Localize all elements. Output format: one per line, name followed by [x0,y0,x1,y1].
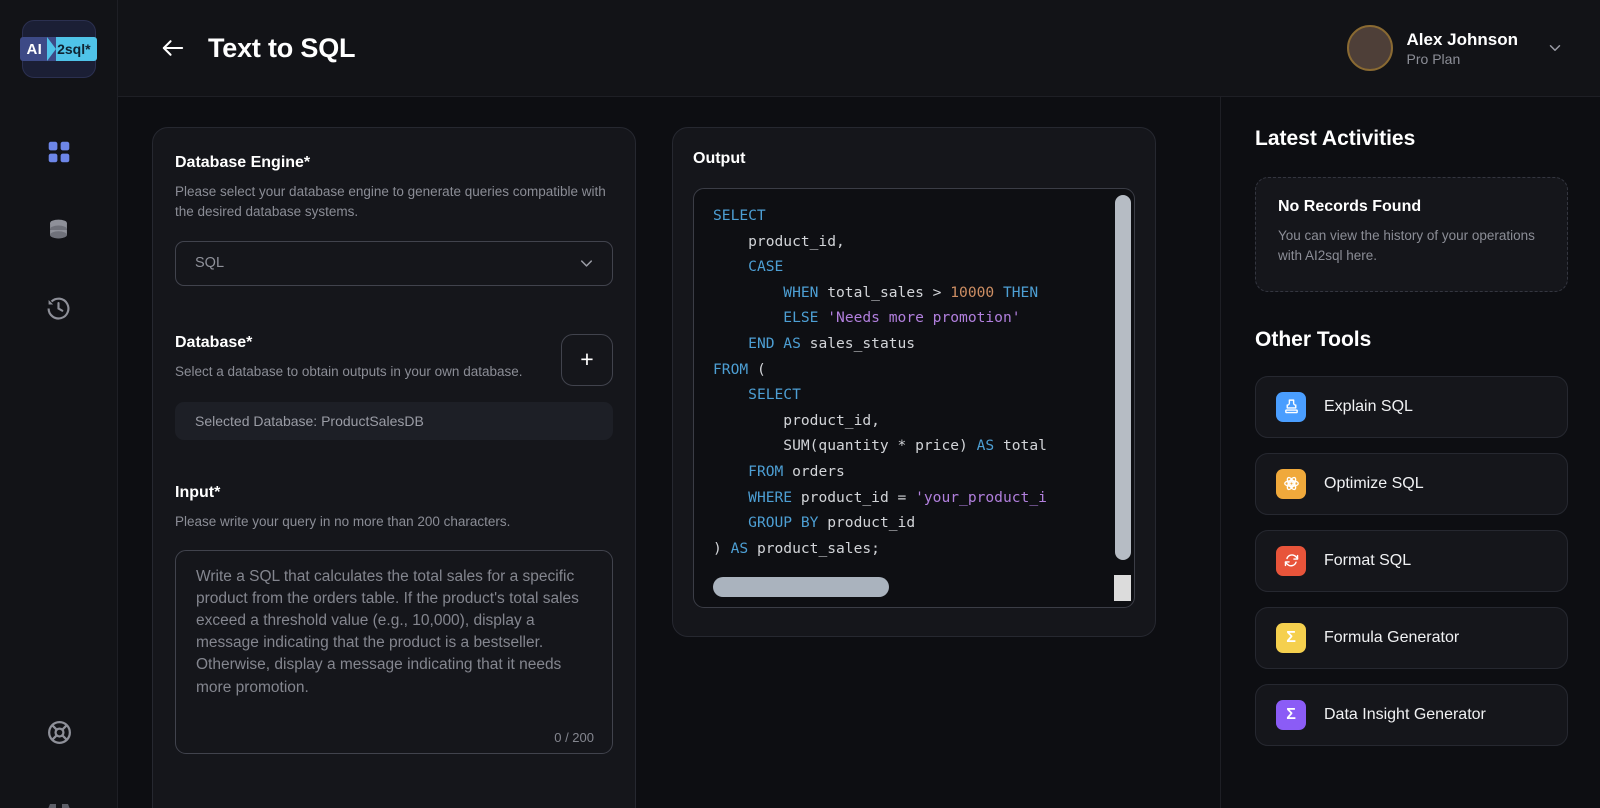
lifebuoy-icon [47,720,71,744]
app-root: AI 2sql* Text to SQL Alex Johnson Pro Pl… [0,0,1600,808]
logo-ai-text: AI [20,37,48,61]
tool-item[interactable]: Optimize SQL [1255,452,1568,515]
engine-help: Please select your database engine to ge… [175,184,606,220]
top-bar: Text to SQL Alex Johnson Pro Plan [118,0,1600,97]
sigma-icon: Σ [1276,699,1306,730]
activities-title: Latest Activities [1255,127,1416,150]
rail-bottom [0,714,118,808]
tool-item[interactable]: Format SQL [1255,529,1568,592]
tools-title: Other Tools [1255,327,1372,351]
tool-label: Format SQL [1324,551,1412,569]
user-meta: Alex Johnson Pro Plan [1407,30,1518,67]
back-button[interactable] [152,28,192,68]
database-icon [50,219,67,238]
user-name: Alex Johnson [1406,29,1518,49]
tool-item[interactable]: Explain SQL [1255,375,1568,438]
query-input-placeholder: Write a SQL that calculates the total sa… [196,567,579,696]
engine-select[interactable]: SQL [175,240,613,286]
query-input[interactable]: Write a SQL that calculates the total sa… [175,549,613,754]
app-logo[interactable]: AI 2sql* [20,20,97,78]
tool-label: Optimize SQL [1324,474,1424,492]
engine-label: Database Engine* [175,154,311,171]
vertical-scrollbar[interactable] [1115,195,1131,567]
tool-label: Data Insight Generator [1324,705,1486,723]
no-records-title: No Records Found [1278,198,1422,215]
chevron-down-icon [1549,45,1561,51]
engine-select-value: SQL [195,255,225,271]
user-plan: Pro Plan [1406,50,1461,67]
database-help: Select a database to obtain outputs in y… [175,363,523,379]
output-label: Output [693,150,746,167]
right-sidebar: Latest Activities No Records Found You c… [1220,97,1600,808]
selected-database-pill[interactable]: Selected Database: ProductSalesDB [175,401,613,440]
horizontal-scrollbar[interactable] [713,577,1104,597]
vertical-scrollbar-thumb[interactable] [1115,195,1131,560]
input-section: Input* Please write your query in no mor… [175,484,613,754]
sigma-icon: Σ [1276,622,1306,653]
avatar [1346,25,1393,71]
tool-item[interactable]: Σ Formula Generator [1255,606,1568,669]
workspace: Database Engine* Please select your data… [118,97,1220,808]
atom-icon [1276,468,1306,499]
sidebar-item-dashboard[interactable] [41,134,77,170]
no-records-card: No Records Found You can view the histor… [1255,177,1568,292]
collapse-button[interactable] [36,790,82,808]
user-menu[interactable]: Alex Johnson Pro Plan [1346,25,1564,71]
grid-icon [48,141,69,163]
rail-nav [41,134,77,326]
input-help: Please write your query in no more than … [175,513,511,529]
history-clock-icon [47,297,70,320]
sql-code-text: SELECT product_id, CASE WHEN total_sales… [713,207,1047,557]
back-arrow-icon [162,40,183,56]
database-row: Database* Select a database to obtain ou… [175,333,613,386]
collapse-icon [48,804,70,808]
database-label: Database* [175,333,253,351]
help-button[interactable] [41,714,77,750]
refresh-icon [1276,545,1306,576]
add-database-button[interactable]: + [561,333,613,386]
page-title: Text to SQL [208,32,356,63]
scrollbar-corner [1114,575,1131,601]
tools-list: Explain SQL Optimize SQL Format SQL Σ Formul… [1255,375,1568,746]
no-records-text: You can view the history of your operati… [1278,228,1535,264]
output-panel: Output SELECT product_id, CASE WHEN tota… [672,127,1156,637]
body-area: Database Engine* Please select your data… [118,97,1600,808]
stamp-icon [1276,391,1306,422]
logo-chevron [47,37,57,61]
tool-item[interactable]: Σ Data Insight Generator [1255,683,1568,746]
tool-label: Explain SQL [1324,397,1413,415]
tool-label: Formula Generator [1324,628,1460,646]
input-label: Input* [175,483,221,501]
chevron-down-icon [580,259,593,267]
left-rail: AI 2sql* [0,0,118,808]
horizontal-scrollbar-thumb[interactable] [713,577,889,597]
logo-sql-text: 2sql* [56,37,97,61]
user-caret[interactable] [1546,39,1564,57]
main-column: Text to SQL Alex Johnson Pro Plan Databa… [118,0,1600,808]
logo-inner: AI 2sql* [20,37,97,61]
database-texts: Database* Select a database to obtain ou… [175,334,561,382]
form-panel: Database Engine* Please select your data… [152,127,636,808]
sidebar-item-databases[interactable] [41,212,77,248]
char-counter: 0 / 200 [554,729,594,745]
sidebar-item-history[interactable] [41,290,77,326]
sql-output-code[interactable]: SELECT product_id, CASE WHEN total_sales… [693,188,1135,608]
